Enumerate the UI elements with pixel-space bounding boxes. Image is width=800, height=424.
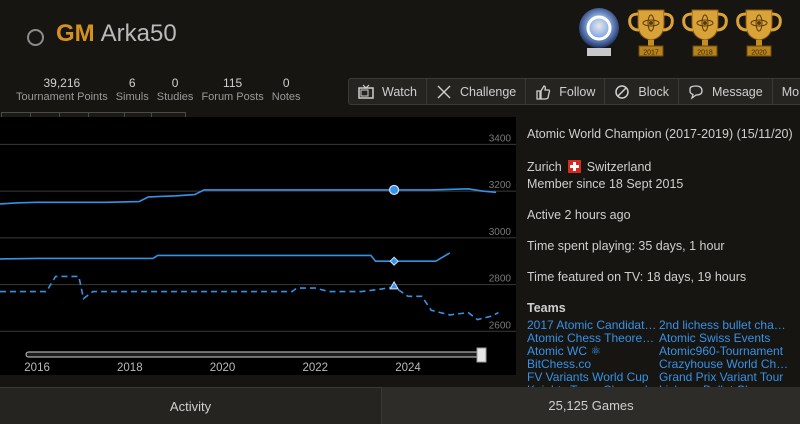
message-button[interactable]: Message [679,79,773,104]
button-label: Follow [559,84,596,99]
watch-button[interactable]: Watch [349,79,427,104]
stat-value: 0 [282,76,290,90]
city: Zurich [527,160,562,174]
block-button[interactable]: Block [605,79,679,104]
team-link[interactable]: Atomic WC ⚛ [527,344,657,357]
team-link[interactable]: BitChess.co [527,357,657,370]
trophy-year: 2017 [643,50,659,57]
tv-icon [358,84,374,100]
time-on-tv: Time featured on TV: 18 days, 19 hours [527,270,747,284]
team-link[interactable]: Atomic Chess Theoreticians [527,331,657,344]
trophy-icon[interactable]: 2020 [732,6,786,60]
button-label: Block [638,84,669,99]
more-button[interactable]: More ▾ [773,79,800,104]
stat-value: 6 [128,76,136,90]
series-line-2 [0,275,499,321]
x-tick-label: 2020 [210,362,236,374]
button-label: Message [711,84,763,99]
x-tick-label: 2022 [302,362,328,374]
button-label: Watch [382,84,417,99]
marker-point [389,280,399,290]
teams-list: 2017 Atomic Candidates 2nd lichess bullet… [527,318,800,396]
team-link[interactable]: 2017 Atomic Candidates [527,318,657,331]
trophy-icon[interactable]: 2018 [678,6,732,60]
navigator-handle [476,347,487,363]
team-link[interactable]: Atomic Swiss Events [659,331,789,344]
profile-info: Atomic World Champion (2017-2019) (15/11… [527,127,800,396]
stat-item[interactable]: 0 Notes [268,77,305,104]
marker-point [388,184,400,196]
profile-actions: Watch Challenge Follow Block Message More ▾ [348,78,800,105]
title-badge: GM [56,20,95,47]
tab-games[interactable]: 25,125 Games [382,387,800,424]
thumbs-up-icon [535,84,551,100]
team-link[interactable]: 2nd lichess bullet champ [659,318,789,331]
y-tick-label: 3200 [489,180,512,191]
stat-item[interactable]: 0 Studies [153,77,198,104]
stat-value: 0 [171,76,179,90]
rating-chart-svg: 3400 3200 3000 2800 2600 2016 2018 2020 2022 2024 [0,133,516,374]
location: Zurich Switzerland [527,160,800,175]
page-title: GM Arka50 [56,20,177,48]
stat-item[interactable]: 6 Simuls [112,77,153,104]
chart-navigator [25,351,487,358]
follow-button[interactable]: Follow [526,79,606,104]
atomic-globe-trophy-icon[interactable] [575,4,623,60]
last-active: Active 2 hours ago [527,208,631,222]
button-label: Challenge [459,84,517,99]
team-link[interactable]: Crazyhouse World Champ [659,357,789,370]
rating-chart[interactable]: 3400 3200 3000 2800 2600 2016 2018 2020 2022 2024 [0,117,516,375]
online-status-icon [27,29,44,46]
profile-tabs: Activity 25,125 Games [0,387,800,424]
button-label: More ▾ [781,85,800,99]
teams-heading: Teams [527,301,566,315]
stat-label: Simuls [115,91,149,103]
y-tick-label: 3400 [489,133,512,144]
stat-label: Tournament Points [16,91,108,103]
marker-point [389,256,399,266]
series-line-1 [0,252,451,262]
time-playing: Time spent playing: 35 days, 1 hour [527,239,725,253]
swords-icon [436,84,452,100]
y-tick-label: 3000 [489,227,512,238]
y-tick-label: 2800 [489,274,512,285]
chat-bubble-icon [688,84,704,100]
trophy-year: 2020 [751,50,767,57]
country: Switzerland [586,160,652,174]
stat-label: Notes [271,91,301,103]
tab-activity[interactable]: Activity [0,387,382,424]
x-tick-label: 2024 [395,362,421,374]
stat-value: 115 [223,76,243,90]
challenge-button[interactable]: Challenge [427,79,527,104]
profile-stats: 39,216 Tournament Points 6 Simuls 0 Studies 11… [12,77,305,104]
swiss-flag-icon [567,160,581,173]
x-tick-label: 2018 [117,362,143,374]
y-tick-label: 2600 [489,320,512,331]
stat-label: Studies [156,91,194,103]
stat-value: 39,216 [43,76,81,90]
stat-label: Forum Posts [201,91,264,103]
member-since: Member since 18 Sept 2015 [527,177,684,191]
username: Arka50 [100,20,177,47]
achievement: Atomic World Champion (2017-2019) (15/11… [527,127,793,141]
x-tick-label: 2016 [24,362,50,374]
trophy-year: 2018 [697,50,713,57]
team-link[interactable]: Grand Prix Variant Tour [659,370,789,383]
block-icon [614,84,630,100]
trophy-icon[interactable]: 2017 [624,6,678,60]
team-link[interactable]: FV Variants World Cup [527,370,657,383]
stat-item[interactable]: 115 Forum Posts [197,77,267,104]
stat-item: 39,216 Tournament Points [12,77,112,104]
team-link[interactable]: Atomic960-Tournament [659,344,789,357]
profile-header: GM Arka50 2017 2018 2020 [0,0,800,72]
